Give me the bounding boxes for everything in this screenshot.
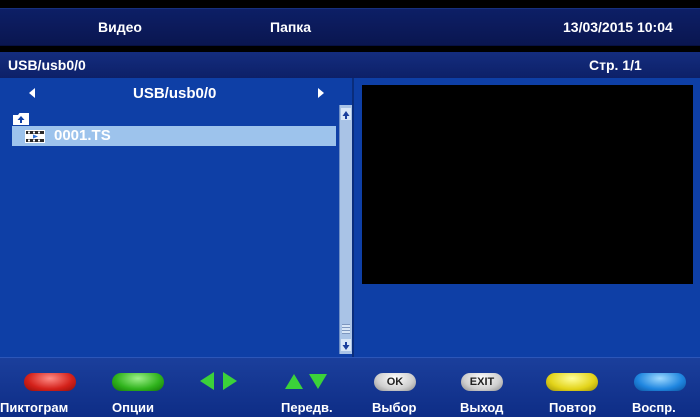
yellow-key-button[interactable] — [546, 373, 598, 391]
previous-directory-arrow-icon[interactable] — [29, 88, 35, 98]
file-list-scrollbar[interactable] — [339, 105, 352, 354]
header-bar: Видео Папка 13/03/2015 10:04 — [0, 8, 700, 46]
red-key-button[interactable] — [24, 373, 76, 391]
parent-folder-icon[interactable] — [12, 112, 30, 126]
left-arrow-key-icon[interactable] — [200, 372, 214, 390]
exit-key-label: Выход — [460, 400, 504, 415]
ok-key-label: Выбор — [372, 400, 417, 415]
directory-nav-row: USB/usb0/0 — [0, 82, 352, 104]
path-bar: USB/usb0/0 Стр. 1/1 — [0, 52, 700, 78]
video-file-icon — [25, 130, 45, 143]
scroll-thumb[interactable] — [342, 324, 350, 334]
file-list-item[interactable]: 0001.TS — [12, 126, 336, 146]
file-name: 0001.TS — [54, 127, 111, 144]
exit-key-button[interactable]: EXIT — [461, 373, 503, 391]
header-datetime: 13/03/2015 10:04 — [563, 19, 673, 35]
up-arrow-key-icon[interactable] — [285, 374, 303, 389]
green-key-button[interactable] — [112, 373, 164, 391]
preview-panel — [352, 78, 700, 357]
green-key-label: Опции — [112, 400, 154, 415]
page-indicator: Стр. 1/1 — [589, 57, 642, 73]
scroll-down-arrow-icon[interactable] — [341, 339, 351, 351]
remote-key-legend: OK EXIT Пиктограмм Опции Передв. Выбор В… — [0, 357, 700, 417]
current-path: USB/usb0/0 — [8, 57, 86, 73]
blue-key-button[interactable] — [634, 373, 686, 391]
directory-title: USB/usb0/0 — [133, 85, 217, 102]
down-arrow-key-icon[interactable] — [309, 374, 327, 389]
blue-key-label: Воспр. — [632, 400, 676, 415]
scroll-up-arrow-icon[interactable] — [341, 108, 351, 120]
yellow-key-label: Повтор — [549, 400, 597, 415]
header-folder-title: Папка — [270, 19, 312, 35]
ok-key-button[interactable]: OK — [374, 373, 416, 391]
right-arrow-key-icon[interactable] — [223, 372, 237, 390]
video-preview-window — [362, 85, 693, 284]
move-key-label: Передв. — [281, 400, 333, 415]
red-key-label: Пиктограмм — [0, 400, 68, 415]
header-section-title: Видео — [98, 19, 142, 35]
next-directory-arrow-icon[interactable] — [318, 88, 324, 98]
file-browser-panel: USB/usb0/0 0001.TS — [0, 78, 352, 357]
